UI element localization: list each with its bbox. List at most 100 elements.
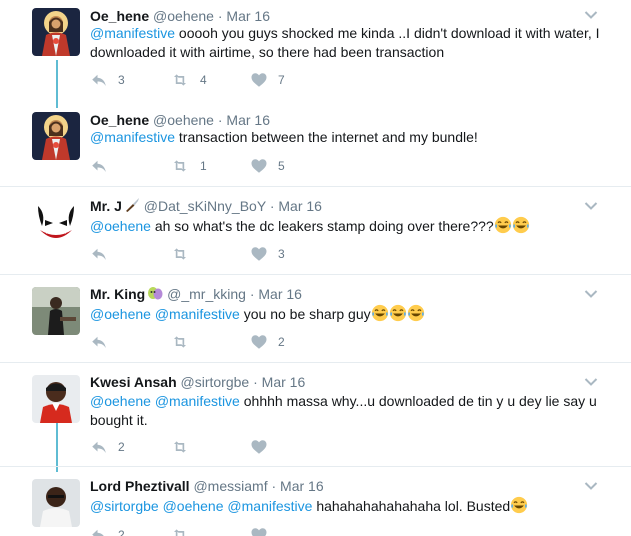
laughing-emoji [494, 216, 512, 234]
mention-link[interactable]: @manifestive [90, 25, 175, 41]
tweet[interactable]: Oe_hene @oehene · Mar 16 @manifestive oo… [0, 0, 631, 100]
timestamp[interactable]: Mar 16 [258, 286, 302, 302]
retweet-count: 1 [200, 159, 207, 173]
heart-icon [250, 526, 268, 536]
author-handle[interactable]: @oehene [153, 112, 214, 128]
chevron-down-icon[interactable] [584, 289, 598, 299]
reply-button[interactable]: 3 [90, 70, 125, 90]
retweet-icon [170, 157, 190, 175]
avatar[interactable] [32, 375, 80, 423]
separator: · [217, 8, 223, 24]
reply-button[interactable]: 2 [90, 437, 125, 457]
tweet-header: Oe_hene @oehene · Mar 16 [90, 111, 270, 129]
retweet-count: 4 [200, 73, 207, 87]
avatar[interactable] [32, 479, 80, 527]
tweet-body: transaction between the internet and my … [175, 129, 478, 145]
retweet-button[interactable] [170, 244, 190, 264]
author-handle[interactable]: @sirtorgbe [181, 374, 250, 390]
mention-link[interactable]: @manifestive [155, 306, 240, 322]
heart-icon [250, 333, 268, 351]
timestamp[interactable]: Mar 16 [280, 478, 324, 494]
laughing-emoji [407, 304, 425, 322]
chevron-down-icon[interactable] [584, 481, 598, 491]
mask-emoji [148, 287, 163, 300]
avatar[interactable] [32, 287, 80, 335]
tweet[interactable]: Mr. King @_mr_kking · Mar 16 @oehene @ma… [0, 275, 631, 362]
retweet-button[interactable]: 4 [170, 70, 207, 90]
reply-icon [90, 526, 108, 536]
author-name[interactable]: Mr. J [90, 198, 122, 214]
separator: · [253, 374, 258, 390]
author-handle[interactable]: @Dat_sKiNny_BoY [144, 198, 266, 214]
author-name[interactable]: Oe_hene [90, 112, 149, 128]
tweet-header: Mr. King @_mr_kking · Mar 16 [90, 285, 302, 303]
separator: · [217, 112, 223, 128]
tweet-body: ah so what's the dc leakers stamp doing … [150, 218, 494, 234]
mention-link[interactable]: @oehene [90, 393, 151, 409]
tweet[interactable]: Lord Pheztivall @messiamf · Mar 16 @sirt… [0, 467, 631, 536]
avatar[interactable] [32, 200, 80, 248]
avatar[interactable] [32, 8, 80, 56]
like-button[interactable]: 7 [250, 70, 285, 90]
retweet-button[interactable] [170, 437, 190, 457]
mention-link[interactable]: @oehene [90, 218, 151, 234]
mention-link[interactable]: @oehene [163, 498, 224, 514]
timestamp[interactable]: Mar 16 [226, 112, 270, 128]
reply-button[interactable] [90, 244, 108, 264]
like-button[interactable]: 5 [250, 156, 285, 176]
laughing-emoji [510, 496, 528, 514]
reply-count: 2 [118, 528, 125, 536]
retweet-button[interactable] [170, 332, 190, 352]
timestamp[interactable]: Mar 16 [226, 8, 270, 24]
mention-link[interactable]: @manifestive [227, 498, 312, 514]
reply-icon [90, 438, 108, 456]
reply-button[interactable] [90, 332, 108, 352]
retweet-button[interactable] [170, 525, 190, 536]
mention-link[interactable]: @manifestive [155, 393, 240, 409]
timestamp[interactable]: Mar 16 [262, 374, 306, 390]
retweet-icon [170, 333, 190, 351]
author-name[interactable]: Oe_hene [90, 8, 149, 24]
like-button[interactable]: 2 [250, 332, 285, 352]
avatar[interactable] [32, 112, 80, 160]
tweet-text: @oehene @manifestive ohhhh massa why...u… [90, 392, 610, 430]
mention-link[interactable]: @oehene [90, 306, 151, 322]
tweet-header: Kwesi Ansah @sirtorgbe · Mar 16 [90, 373, 305, 391]
tweet[interactable]: Kwesi Ansah @sirtorgbe · Mar 16 @oehene … [0, 363, 631, 466]
mention-link[interactable]: @manifestive [90, 129, 175, 145]
like-count: 2 [278, 335, 285, 349]
separator: · [269, 198, 275, 214]
like-count: 7 [278, 73, 285, 87]
reply-button[interactable]: 2 [90, 525, 125, 536]
heart-icon [250, 245, 268, 263]
author-handle[interactable]: @oehene [153, 8, 214, 24]
mention-link[interactable]: @sirtorgbe [90, 498, 159, 514]
tweet-text: @sirtorgbe @oehene @manifestive hahahaha… [90, 496, 610, 516]
chevron-down-icon[interactable] [584, 377, 598, 387]
reply-button[interactable] [90, 156, 108, 176]
chevron-down-icon[interactable] [584, 10, 598, 20]
like-button[interactable] [250, 437, 268, 457]
retweet-icon [170, 71, 190, 89]
tweet[interactable]: Mr. J @Dat_sKiNny_BoY · Mar 16 @oehene a… [0, 187, 631, 274]
tweet[interactable]: Oe_hene @oehene · Mar 16 @manifestive tr… [0, 108, 631, 186]
like-button[interactable] [250, 525, 268, 536]
reply-icon [90, 333, 108, 351]
chevron-down-icon[interactable] [584, 201, 598, 211]
author-handle[interactable]: @_mr_kking [167, 286, 246, 302]
reply-count: 3 [118, 73, 125, 87]
like-button[interactable]: 3 [250, 244, 285, 264]
retweet-button[interactable]: 1 [170, 156, 207, 176]
author-name[interactable]: Kwesi Ansah [90, 374, 177, 390]
timestamp[interactable]: Mar 16 [278, 198, 322, 214]
reply-icon [90, 71, 108, 89]
separator: · [271, 478, 277, 494]
author-handle[interactable]: @messiamf [193, 478, 267, 494]
tweet-text: @oehene @manifestive you no be sharp guy [90, 304, 610, 324]
retweet-icon [170, 438, 190, 456]
author-name[interactable]: Lord Pheztivall [90, 478, 190, 494]
reply-icon [90, 245, 108, 263]
tweet-text: @manifestive ooooh you guys shocked me k… [90, 24, 610, 62]
author-name[interactable]: Mr. King [90, 286, 145, 302]
reply-icon [90, 157, 108, 175]
